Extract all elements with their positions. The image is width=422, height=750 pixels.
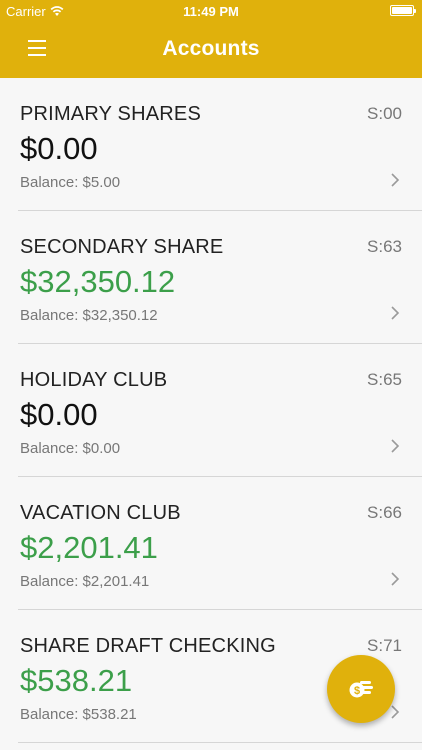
account-row[interactable]: SECONDARY SHARE S:63 $32,350.12 Balance:… bbox=[18, 211, 422, 344]
transfer-fab-button[interactable]: $ bbox=[327, 655, 395, 723]
account-balance: Balance: $538.21 bbox=[20, 706, 137, 723]
account-row[interactable]: HOLIDAY CLUB S:65 $0.00 Balance: $0.00 bbox=[18, 344, 422, 477]
nav-bar: Accounts bbox=[0, 22, 422, 78]
account-balance: Balance: $0.00 bbox=[20, 440, 121, 457]
coins-dollar-icon: $ bbox=[349, 681, 373, 698]
chevron-right-icon bbox=[391, 705, 400, 719]
account-amount: $32,350.12 bbox=[20, 264, 176, 299]
account-name: SECONDARY SHARE bbox=[20, 236, 224, 258]
account-amount: $0.00 bbox=[20, 131, 98, 166]
account-name: VACATION CLUB bbox=[20, 502, 181, 524]
svg-text:$: $ bbox=[354, 685, 360, 697]
chevron-right-icon bbox=[391, 439, 400, 453]
account-balance: Balance: $32,350.12 bbox=[20, 307, 158, 324]
status-bar: Carrier 11:49 PM bbox=[0, 0, 422, 22]
account-name: SHARE DRAFT CHECKING bbox=[20, 635, 276, 657]
account-amount: $538.21 bbox=[20, 663, 133, 698]
account-name: PRIMARY SHARES bbox=[20, 103, 202, 125]
chevron-right-icon bbox=[391, 572, 400, 586]
chevron-right-icon bbox=[391, 173, 400, 187]
account-amount: $2,201.41 bbox=[20, 530, 158, 565]
account-amount: $0.00 bbox=[20, 397, 98, 432]
account-code: S:71 bbox=[367, 636, 402, 655]
account-code: S:00 bbox=[367, 104, 402, 123]
chevron-right-icon bbox=[391, 306, 400, 320]
page-title: Accounts bbox=[162, 37, 260, 60]
account-code: S:63 bbox=[367, 237, 402, 256]
account-row[interactable]: VACATION CLUB S:66 $2,201.41 Balance: $2… bbox=[18, 477, 422, 610]
status-time: 11:49 PM bbox=[183, 4, 239, 19]
account-name: HOLIDAY CLUB bbox=[20, 369, 168, 391]
account-balance: Balance: $5.00 bbox=[20, 174, 121, 191]
accounts-list: PRIMARY SHARES S:00 $0.00 Balance: $5.00… bbox=[0, 78, 422, 743]
account-code: S:65 bbox=[367, 370, 402, 389]
account-balance: Balance: $2,201.41 bbox=[20, 573, 150, 590]
account-code: S:66 bbox=[367, 503, 402, 522]
battery-icon bbox=[390, 5, 416, 16]
account-row[interactable]: PRIMARY SHARES S:00 $0.00 Balance: $5.00 bbox=[18, 78, 422, 211]
